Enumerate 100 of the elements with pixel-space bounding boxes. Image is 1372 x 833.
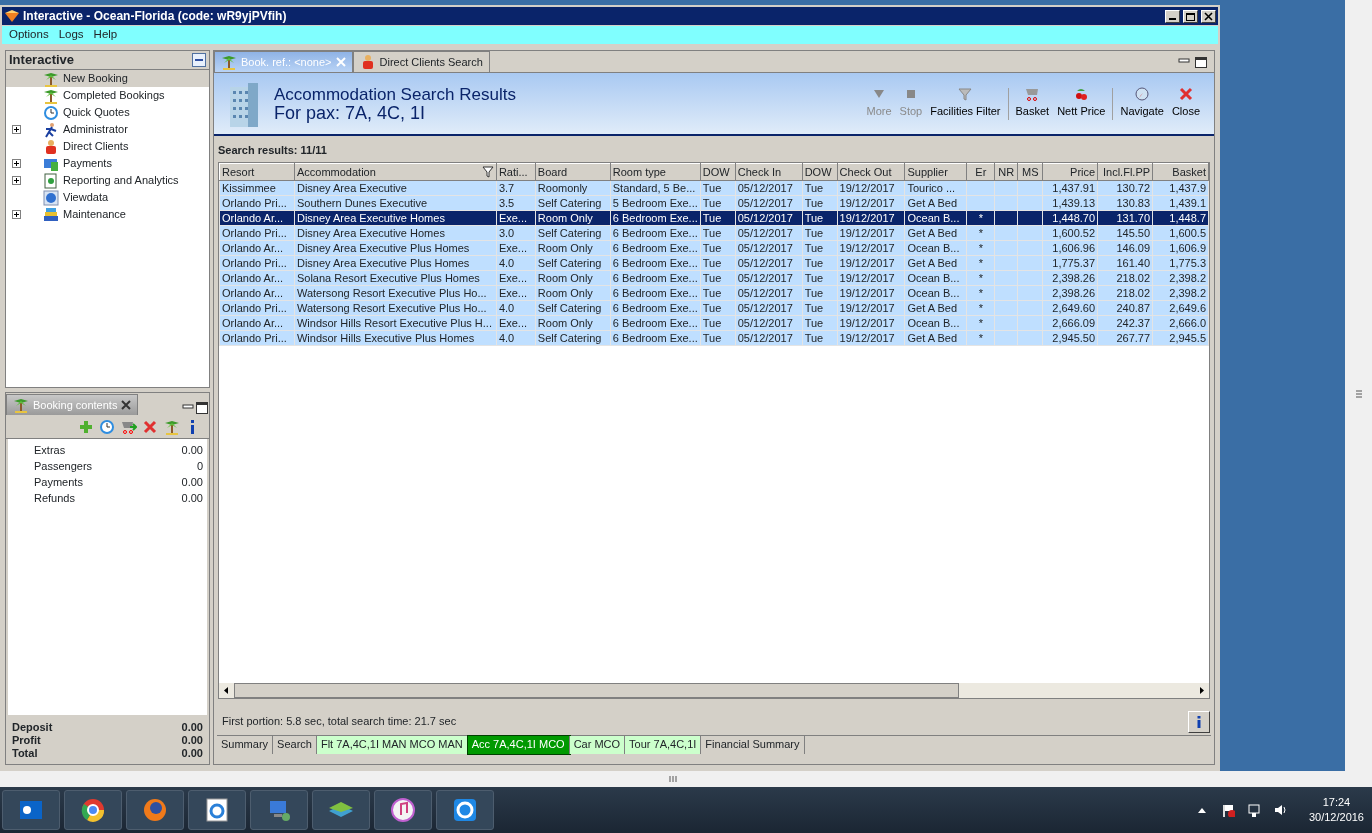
window-title: Interactive - Ocean-Florida (code: wR9yjPVfih) [23, 8, 288, 25]
cart-icon [1025, 87, 1040, 102]
berries-icon [1074, 87, 1089, 102]
column-header[interactable]: Price [1042, 163, 1098, 181]
expand-icon[interactable] [12, 125, 21, 134]
toolbar-button[interactable]: Basket [1011, 87, 1054, 120]
grip-icon[interactable] [1354, 388, 1363, 399]
menu-item[interactable]: Logs [55, 26, 87, 44]
column-header[interactable]: DOW [802, 163, 838, 181]
toolbar-button[interactable]: Navigate [1116, 87, 1168, 120]
grip-icon[interactable] [667, 775, 678, 783]
expand-icon[interactable] [12, 176, 21, 185]
column-header[interactable]: NR [994, 163, 1018, 181]
palm-tree-icon [43, 87, 59, 104]
tree-item[interactable]: Direct Clients [6, 138, 209, 155]
column-header[interactable]: Board [535, 163, 611, 181]
item-label: Passengers [34, 459, 93, 474]
column-header[interactable]: DOW [700, 163, 736, 181]
column-header[interactable]: Check In [735, 163, 803, 181]
menu-item[interactable]: Help [90, 26, 121, 44]
tree-item[interactable]: Viewdata [6, 189, 209, 206]
tree-item[interactable]: Reporting and Analytics [6, 172, 209, 189]
clock-time: 17:24 [1321, 795, 1352, 810]
tree-item-label: Quick Quotes [63, 105, 130, 121]
toolbar-button[interactable]: Nett Price [1053, 87, 1110, 120]
status-text: First portion: 5.8 sec, total search time: 21.7 sec [222, 714, 457, 730]
tree-item-label: Completed Bookings [63, 88, 165, 104]
close-icon [1178, 87, 1193, 102]
tab-label: Book. ref.: <none> [241, 54, 332, 70]
person-icon [43, 138, 59, 155]
maximize-icon [1185, 11, 1196, 21]
info-button[interactable] [1188, 710, 1210, 733]
item-value: 0.00 [181, 491, 203, 506]
flag-icon[interactable] [1220, 803, 1235, 817]
palm-tree-icon [221, 54, 237, 70]
minimize-button[interactable] [1165, 9, 1180, 23]
bottom-tab[interactable]: Acc 7A,4C,1I MCO [467, 735, 570, 754]
column-header[interactable]: Check Out [837, 163, 905, 181]
maximize-icon[interactable] [195, 401, 209, 415]
column-header[interactable]: Incl.Fl.PP [1097, 163, 1153, 181]
bottom-tab[interactable]: Tour 7A,4C,1I [625, 735, 702, 754]
collapse-icon[interactable] [192, 53, 206, 67]
maximize-icon[interactable] [1194, 55, 1208, 68]
column-header[interactable]: Accommodation [294, 163, 497, 181]
close-icon [1203, 11, 1214, 21]
tree-item[interactable]: Maintenance [6, 206, 209, 223]
column-header[interactable]: Rati... [496, 163, 536, 181]
close-button[interactable] [1201, 9, 1216, 23]
editor-tab[interactable]: Direct Clients Search [352, 51, 490, 72]
expand-icon[interactable] [12, 210, 21, 219]
books-icon [43, 206, 59, 223]
tree-item-label: Administrator [63, 122, 128, 138]
column-header[interactable]: Basket [1152, 163, 1209, 181]
column-header[interactable]: Room type [610, 163, 701, 181]
minimize-icon [1169, 18, 1176, 20]
tree-item-label: Direct Clients [63, 139, 129, 155]
tree-item[interactable]: Administrator [6, 121, 209, 138]
tree-item[interactable]: Completed Bookings [6, 87, 209, 104]
scroll-thumb[interactable] [234, 682, 959, 698]
results-count: Search results: 11/11 [217, 143, 328, 158]
toolbar-button[interactable]: Close [1167, 87, 1204, 120]
total-label: Profit [12, 734, 41, 747]
palm-tree-icon [13, 397, 29, 413]
tree-item-label: Reporting and Analytics [63, 173, 179, 189]
delete-icon[interactable] [142, 418, 158, 435]
compass-icon [1135, 87, 1150, 102]
tree-item[interactable]: New Booking [6, 70, 209, 87]
total-value: 0.00 [181, 721, 203, 734]
panel-title: Interactive [9, 51, 75, 70]
expand-icon[interactable] [12, 159, 21, 168]
menu-item[interactable]: Options [6, 26, 52, 44]
tab-label: Direct Clients Search [379, 54, 483, 70]
running-figure-icon [43, 121, 59, 138]
music-icon[interactable] [388, 795, 418, 825]
filter-icon[interactable] [481, 165, 494, 178]
clock-icon [43, 104, 59, 121]
column-header[interactable]: Supplier [905, 163, 967, 181]
item-label: Extras [34, 443, 66, 458]
clock-icon[interactable] [99, 418, 115, 435]
column-header[interactable]: MS [1017, 163, 1043, 181]
pax-summary: For pax: 7A, 4C, 1I [274, 103, 427, 123]
column-header[interactable]: Resort [219, 163, 295, 181]
clock-date: 30/12/2016 [1308, 810, 1364, 825]
tree-item[interactable]: Payments [6, 155, 209, 172]
app-logo-icon [4, 9, 20, 23]
maximize-button[interactable] [1183, 9, 1198, 23]
total-value: 0.00 [181, 747, 203, 760]
palm-tree-icon[interactable] [163, 418, 180, 435]
tree-item-label: Maintenance [63, 207, 126, 223]
tree-item[interactable]: Quick Quotes [6, 104, 209, 121]
tree-item-label: New Booking [63, 71, 128, 87]
palm-tree-icon [43, 70, 59, 87]
bottom-tab[interactable]: Car MCO [569, 735, 626, 754]
network-icon[interactable] [1246, 803, 1261, 817]
bottom-tab[interactable]: Flt 7A,4C,1I MAN MCO MAN [316, 735, 468, 754]
results-title: Accommodation Search Results [274, 84, 516, 104]
toolbar-button[interactable]: Facilities Filter [926, 87, 1005, 120]
speaker-icon[interactable] [1272, 803, 1287, 817]
close-icon[interactable] [121, 400, 132, 410]
column-header[interactable]: Er [966, 163, 995, 181]
